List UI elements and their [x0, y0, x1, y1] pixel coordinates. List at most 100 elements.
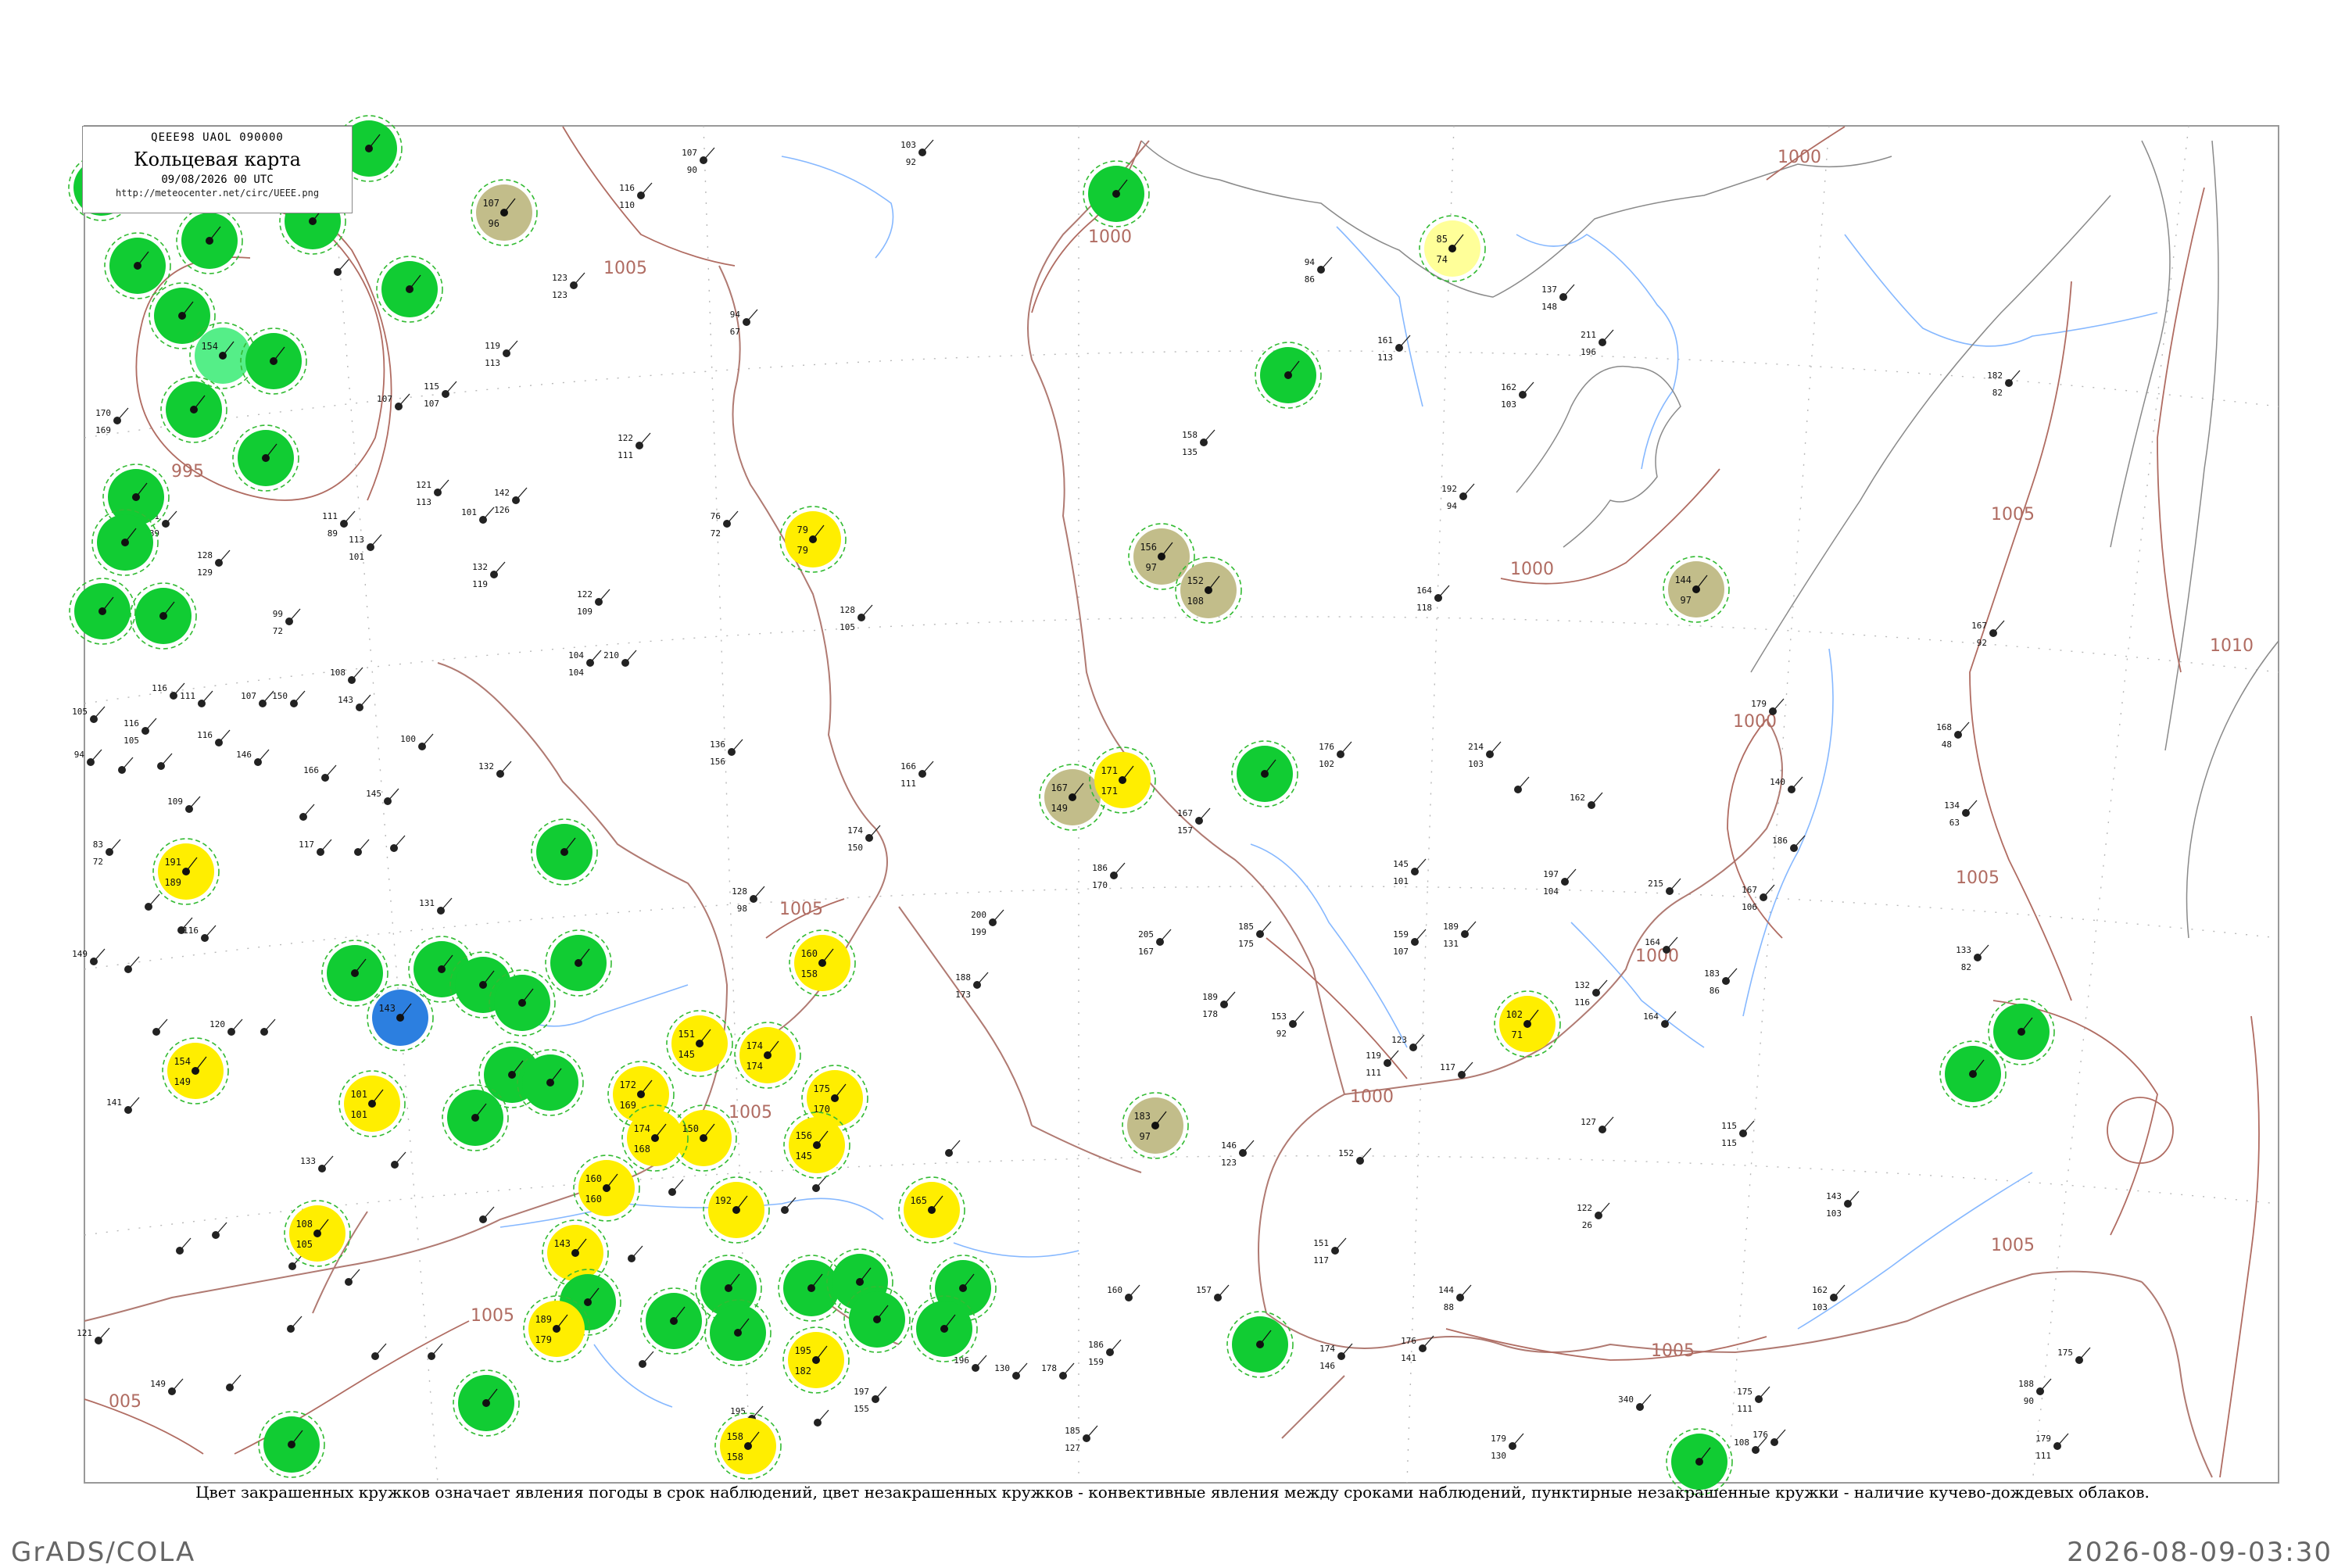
station-dewpoint: 167 — [1138, 947, 1154, 957]
station-temp: 153 — [1271, 1011, 1287, 1022]
station-temp: 161 — [1377, 335, 1393, 345]
station-dewpoint: 113 — [1377, 353, 1393, 363]
station-temp: 171 — [1101, 765, 1118, 776]
station-dewpoint: 130 — [1491, 1451, 1506, 1461]
station-temp: 143 — [1826, 1191, 1842, 1201]
isobar-label: 1000 — [1733, 712, 1777, 732]
station-temp: 99 — [273, 609, 283, 619]
station-temp: 158 — [1182, 430, 1198, 440]
station-temp: 116 — [197, 730, 213, 740]
station-dewpoint: 111 — [618, 450, 633, 460]
station-dewpoint: 199 — [971, 927, 986, 937]
station-dewpoint: 182 — [794, 1366, 811, 1376]
station-temp: 141 — [106, 1097, 122, 1108]
station-temp: 144 — [1674, 575, 1692, 585]
station-temp: 128 — [732, 886, 747, 897]
station-dewpoint: 148 — [1541, 302, 1557, 312]
station-temp: 94 — [1305, 257, 1316, 267]
station-temp: 162 — [1501, 382, 1516, 392]
isobar-label: 1005 — [729, 1103, 772, 1122]
station-dewpoint: 103 — [1812, 1302, 1828, 1312]
station-dewpoint: 116 — [1574, 997, 1590, 1008]
station-temp: 156 — [795, 1130, 812, 1141]
station-temp: 170 — [95, 408, 111, 418]
station-dewpoint: 106 — [1742, 902, 1757, 912]
station-temp: 182 — [1987, 371, 2003, 381]
station-temp: 122 — [618, 433, 633, 443]
station-dewpoint: 92 — [906, 157, 916, 167]
station-temp: 144 — [1438, 1285, 1454, 1295]
station-temp: 167 — [1051, 782, 1068, 793]
station-temp: 168 — [1936, 722, 1952, 732]
station-temp: 145 — [366, 789, 381, 799]
station-dewpoint: 145 — [795, 1151, 812, 1162]
station-dewpoint: 105 — [124, 736, 139, 746]
station-dewpoint: 170 — [1092, 880, 1108, 890]
station-dewpoint: 97 — [1681, 595, 1692, 606]
station-temp: 183 — [1704, 968, 1720, 979]
station-temp: 158 — [726, 1431, 743, 1442]
station-dewpoint: 123 — [552, 290, 567, 300]
isobar-label: 1000 — [1350, 1087, 1394, 1107]
station-temp: 130 — [994, 1363, 1010, 1373]
station-temp: 214 — [1468, 742, 1484, 752]
station-temp: 175 — [2057, 1348, 2073, 1358]
isobar-label: 1005 — [1956, 868, 2000, 888]
station-dewpoint: 178 — [1202, 1009, 1218, 1019]
station-temp: 179 — [2035, 1434, 2051, 1444]
station-dewpoint: 98 — [737, 904, 747, 914]
station-dewpoint: 115 — [1721, 1138, 1737, 1148]
station-temp: 134 — [1944, 800, 1960, 811]
station-temp: 108 — [295, 1219, 313, 1230]
station-temp: 94 — [730, 310, 741, 320]
station-dewpoint: 102 — [1319, 759, 1334, 769]
station-temp: 101 — [350, 1089, 367, 1100]
station-temp: 136 — [710, 739, 725, 750]
station-temp: 195 — [794, 1345, 811, 1356]
station-dewpoint: 119 — [472, 579, 488, 589]
station-dewpoint: 94 — [1447, 501, 1458, 511]
station-dewpoint: 160 — [585, 1194, 602, 1205]
station-temp: 105 — [72, 707, 88, 717]
station-temp: 145 — [1393, 859, 1409, 869]
station-dewpoint: 101 — [350, 1109, 367, 1120]
station-temp: 174 — [1319, 1344, 1335, 1354]
station-dewpoint: 135 — [1182, 447, 1198, 457]
station-temp: 143 — [338, 695, 353, 705]
station-temp: 107 — [482, 198, 499, 209]
station-dewpoint: 90 — [2024, 1396, 2034, 1406]
station-dewpoint: 103 — [1501, 399, 1516, 410]
weather-map: 1000100010059951000100510101000100510001… — [68, 115, 2279, 1495]
isobar-label: 1005 — [779, 900, 823, 919]
station-dewpoint: 82 — [1992, 388, 2003, 398]
station-temp: 186 — [1088, 1340, 1104, 1350]
station-dewpoint: 131 — [1443, 939, 1459, 949]
station-temp: 133 — [300, 1156, 316, 1166]
station-temp: 178 — [1041, 1363, 1057, 1373]
station-temp: 189 — [1443, 922, 1459, 932]
station-temp: 162 — [1812, 1285, 1828, 1295]
isobar-label: 1005 — [471, 1306, 514, 1326]
isobar-label: 1005 — [603, 259, 647, 278]
isobar-label: 1005 — [1651, 1341, 1695, 1361]
station-temp: 188 — [955, 972, 971, 983]
station-temp: 164 — [1416, 585, 1432, 596]
station-temp: 121 — [416, 480, 431, 490]
station-temp: 151 — [1313, 1238, 1329, 1248]
map-source-url[interactable]: http://meteocenter.net/circ/UEEE.png — [83, 188, 352, 199]
station-temp: 175 — [813, 1083, 830, 1094]
station-temp: 85 — [1437, 234, 1448, 245]
station-dewpoint: 107 — [1393, 947, 1409, 957]
station-temp: 189 — [535, 1314, 552, 1325]
station-temp: 109 — [167, 797, 183, 807]
station-dewpoint: 108 — [1187, 596, 1204, 607]
station-temp: 191 — [164, 857, 181, 868]
station-temp: 172 — [619, 1079, 636, 1090]
station-temp: 76 — [711, 511, 721, 521]
station-temp: 160 — [800, 948, 818, 959]
station-temp: 120 — [209, 1019, 225, 1029]
station-temp: 146 — [1221, 1140, 1237, 1151]
station-dewpoint: 105 — [295, 1239, 313, 1250]
station-temp: 166 — [900, 761, 916, 771]
station-temp: 119 — [1366, 1051, 1381, 1061]
